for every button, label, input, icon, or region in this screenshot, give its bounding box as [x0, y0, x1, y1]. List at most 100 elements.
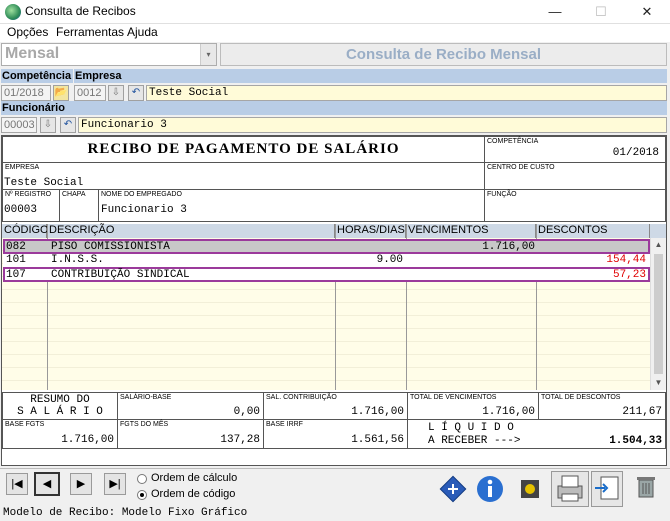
row-vencimentos: 1.716,00: [482, 241, 535, 253]
empresa-cell-label: EMPRESA: [5, 164, 40, 171]
base-irrf-value: 1.561,56: [351, 434, 404, 446]
base-fgts-value: 1.716,00: [61, 434, 114, 446]
receipt-panel: RECIBO DE PAGAMENTO DE SALÁRIO COMPETÊNC…: [1, 135, 667, 466]
transfer-icon[interactable]: [438, 474, 468, 504]
print-button[interactable]: [551, 471, 589, 507]
row-horas: 9.00: [376, 254, 403, 266]
maximize-button[interactable]: ☐: [578, 0, 624, 24]
nome-value: Funcionario 3: [101, 204, 187, 216]
total-venc-cell: TOTAL DE VENCIMENTOS 1.716,00: [407, 392, 539, 420]
nome-label: NOME DO EMPREGADO: [101, 191, 182, 198]
scroll-down-icon[interactable]: ▼: [651, 376, 666, 390]
close-button[interactable]: ✕: [624, 0, 670, 24]
sal-contrib-cell: SAL. CONTRIBUIÇÃO 1.716,00: [263, 392, 408, 420]
folder-icon[interactable]: 📂: [53, 85, 69, 101]
total-desc-cell: TOTAL DE DESCONTOS 211,67: [538, 392, 666, 420]
base-irrf-label: BASE IRRF: [266, 421, 303, 428]
liquido-cell: L Í Q U I D O A RECEBER ---> 1.504,33: [407, 419, 666, 449]
empresa-code-input[interactable]: 0012: [74, 85, 106, 101]
radio-ordem-calculo[interactable]: [137, 474, 147, 484]
menu-bar: Opções Ferramentas Ajuda: [0, 24, 670, 42]
base-irrf-cell: BASE IRRF 1.561,56: [263, 419, 408, 449]
info-icon[interactable]: [475, 474, 505, 504]
menu-ajuda[interactable]: Ajuda: [127, 25, 158, 39]
scroll-up-icon[interactable]: ▲: [651, 238, 666, 252]
row-codigo: 082: [6, 241, 26, 253]
nome-cell: NOME DO EMPREGADO Funcionario 3: [98, 189, 485, 222]
liquido-line2: A RECEBER --->: [428, 435, 521, 447]
total-desc-value: 211,67: [622, 406, 662, 418]
liquido-line1: L Í Q U I D O: [428, 422, 514, 434]
base-fgts-label: BASE FGTS: [5, 421, 45, 428]
menu-ferramentas[interactable]: Ferramentas: [56, 25, 124, 39]
status-bar: Modelo de Recibo: Modelo Fixo Gráfico: [3, 507, 248, 519]
row-codigo: 101: [6, 254, 26, 266]
table-row[interactable]: 082 PISO COMISSIONISTA 1.716,00: [3, 239, 650, 254]
nav-prev-button[interactable]: ◀: [34, 472, 60, 496]
chevron-down-icon[interactable]: ▾: [200, 44, 216, 65]
resumo-line1: RESUMO DO: [30, 394, 90, 406]
funcao-label: FUNÇÃO: [487, 191, 517, 198]
fgts-mes-value: 137,28: [220, 434, 260, 446]
mode-value: Mensal: [5, 45, 60, 62]
competencia-cell-label: COMPETÊNCIA: [487, 138, 539, 145]
ordem-calculo-label[interactable]: Ordem de cálculo: [151, 472, 237, 484]
chapa-cell: CHAPA: [59, 189, 99, 222]
row-descontos: 154,44: [606, 254, 646, 266]
sal-contrib-value: 1.716,00: [351, 406, 404, 418]
resumo-cell: RESUMO DO S A L Á R I O: [2, 392, 118, 420]
radio-ordem-codigo[interactable]: [137, 490, 147, 500]
export-button[interactable]: [591, 471, 623, 507]
competencia-label: Competência: [1, 69, 73, 83]
funcionario-lookup-icon[interactable]: ⇩: [40, 117, 56, 133]
funcionario-code-input[interactable]: 00003: [1, 117, 37, 133]
col-horas: HORAS/DIAS: [335, 224, 406, 238]
empresa-cell: EMPRESA Teste Social: [2, 162, 485, 190]
nav-next-button[interactable]: ▶: [70, 473, 92, 495]
items-table: CÓDIGO DESCRIÇÃO HORAS/DIAS VENCIMENTOS …: [2, 224, 666, 390]
menu-opcoes[interactable]: Opções: [7, 25, 48, 39]
empresa-undo-icon[interactable]: ↶: [128, 85, 144, 101]
ordem-codigo-label[interactable]: Ordem de código: [151, 488, 235, 500]
table-scrollbar[interactable]: ▲ ▼: [650, 238, 666, 390]
competencia-input[interactable]: 01/2018: [1, 85, 51, 101]
minimize-button[interactable]: —: [532, 0, 578, 24]
scroll-thumb[interactable]: [654, 254, 663, 374]
competencia-cell: COMPETÊNCIA 01/2018: [484, 136, 666, 163]
row-descricao: PISO COMISSIONISTA: [51, 241, 170, 253]
funcionario-label: Funcionário: [1, 101, 667, 115]
mode-select[interactable]: Mensal ▾: [1, 43, 217, 66]
nav-first-button[interactable]: |◀: [6, 473, 28, 495]
receipt-title-cell: RECIBO DE PAGAMENTO DE SALÁRIO: [2, 136, 485, 163]
total-desc-label: TOTAL DE DESCONTOS: [541, 394, 621, 401]
col-descricao: DESCRIÇÃO: [47, 224, 335, 238]
title-bar: Consulta de Recibos — ☐ ✕: [0, 0, 670, 24]
salario-base-cell: SALÁRIO-BASE 0,00: [117, 392, 264, 420]
chapa-label: CHAPA: [62, 191, 86, 198]
registro-value: 00003: [4, 204, 38, 216]
nav-last-button[interactable]: ▶|: [104, 473, 126, 495]
empresa-value: Teste Social: [4, 177, 84, 189]
funcionario-undo-icon[interactable]: ↶: [60, 117, 76, 133]
trash-icon[interactable]: [631, 474, 661, 504]
col-codigo: CÓDIGO: [2, 224, 49, 238]
table-row[interactable]: 101 I.N.S.S. 9.00 154,44: [3, 254, 650, 267]
empresa-lookup-icon[interactable]: ⇩: [108, 85, 124, 101]
empresa-name-field: Teste Social: [146, 85, 667, 101]
salario-base-label: SALÁRIO-BASE: [120, 394, 172, 401]
base-fgts-cell: BASE FGTS 1.716,00: [2, 419, 118, 449]
settings-icon[interactable]: [515, 477, 545, 507]
empresa-label: Empresa: [74, 69, 667, 83]
fgts-mes-label: FGTS DO MÊS: [120, 421, 169, 428]
centro-custo-label: CENTRO DE CUSTO: [487, 164, 555, 171]
funcao-cell: FUNÇÃO: [484, 189, 666, 222]
total-venc-value: 1.716,00: [482, 406, 535, 418]
liquido-value: 1.504,33: [609, 435, 662, 447]
app-icon: [5, 4, 21, 20]
resumo-line2: S A L Á R I O: [17, 406, 103, 418]
table-row[interactable]: 107 CONTRIBUIÇÃO SINDICAL 57,23: [3, 267, 650, 282]
registro-label: Nº REGISTRO: [5, 191, 52, 198]
row-descontos: 57,23: [612, 269, 646, 281]
col-descontos: DESCONTOS: [536, 224, 650, 238]
row-descricao: CONTRIBUIÇÃO SINDICAL: [51, 269, 190, 281]
